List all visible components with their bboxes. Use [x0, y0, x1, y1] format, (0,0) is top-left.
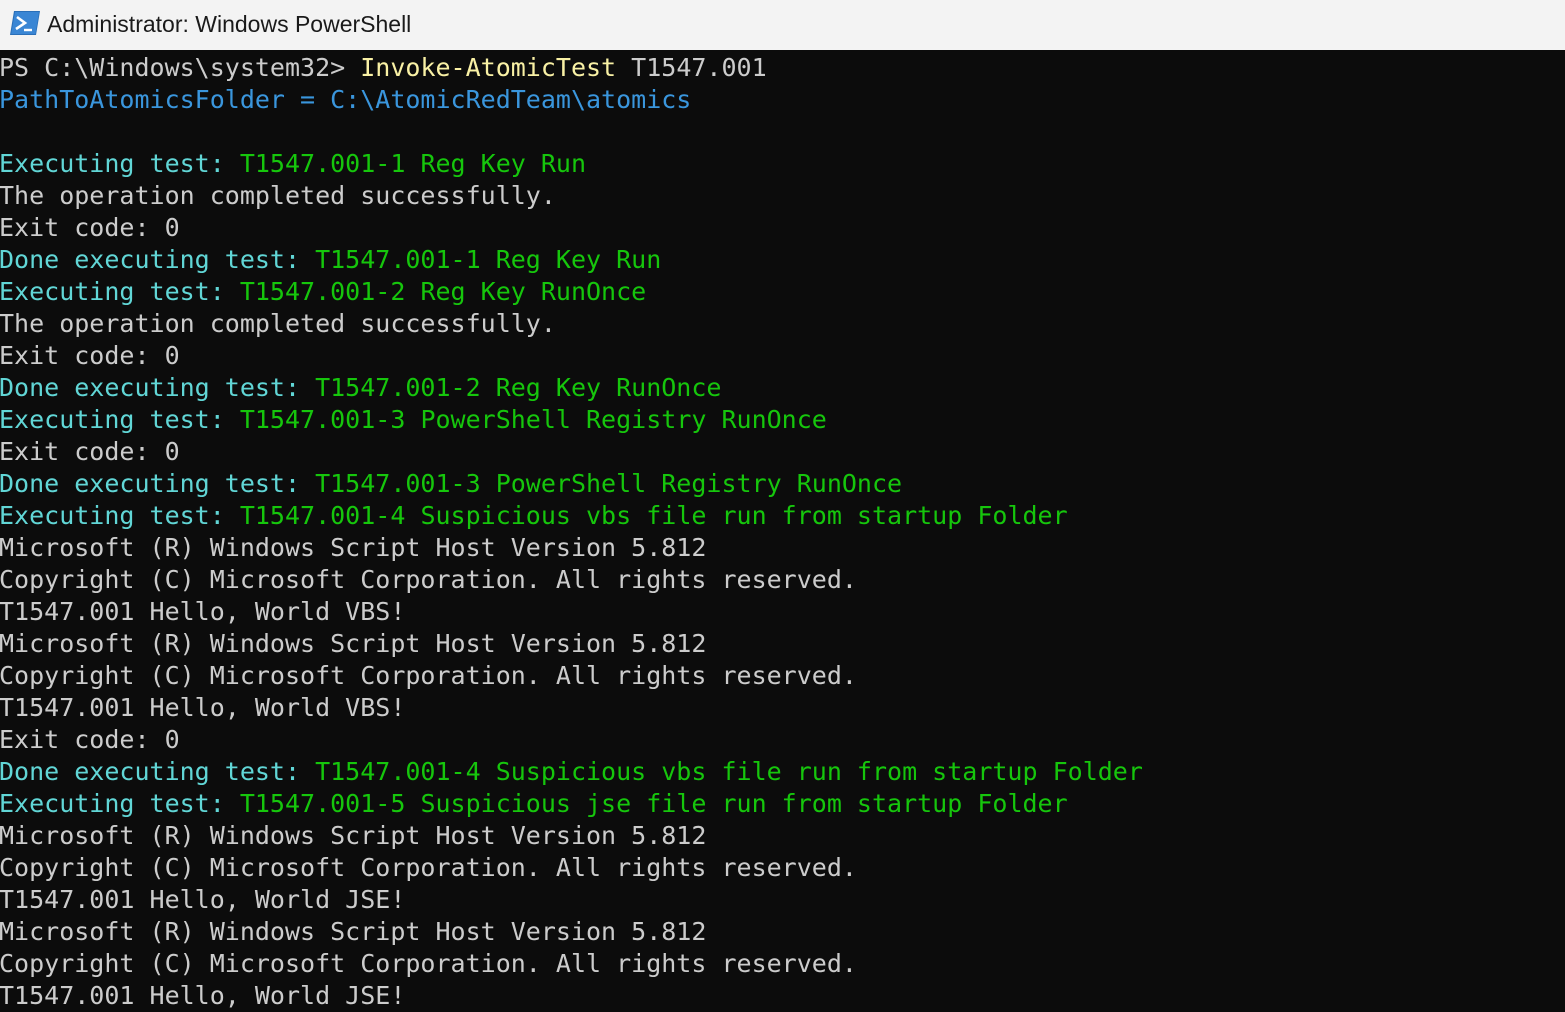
- status-label: Executing test:: [0, 789, 240, 818]
- status-line: Done executing test: T1547.001-2 Reg Key…: [0, 372, 721, 404]
- output-line: Microsoft (R) Windows Script Host Versio…: [0, 917, 707, 946]
- command-line: PS C:\Windows\system32> Invoke-AtomicTes…: [0, 52, 767, 84]
- test-name: T1547.001-1 Reg Key Run: [315, 245, 662, 274]
- status-line: Executing test: T1547.001-3 PowerShell R…: [0, 404, 827, 436]
- test-name: T1547.001-5 Suspicious jse file run from…: [239, 789, 1068, 818]
- window-title: Administrator: Windows PowerShell: [47, 11, 412, 37]
- status-label: Done executing test:: [0, 757, 316, 786]
- path-line: PathToAtomicsFolder = C:\AtomicRedTeam\a…: [0, 85, 692, 114]
- output-line: Exit code: 0: [0, 725, 180, 754]
- status-line: Executing test: T1547.001-1 Reg Key Run: [0, 148, 586, 180]
- test-name: T1547.001-2 Reg Key RunOnce: [315, 373, 722, 402]
- status-line: Executing test: T1547.001-2 Reg Key RunO…: [0, 276, 646, 308]
- output-line: Copyright (C) Microsoft Corporation. All…: [0, 949, 857, 978]
- status-line: Done executing test: T1547.001-4 Suspici…: [0, 756, 1143, 788]
- output-line: Exit code: 0: [0, 437, 180, 466]
- status-label: Executing test:: [0, 277, 240, 306]
- output-line: Exit code: 0: [0, 341, 180, 370]
- powershell-window: Administrator: Windows PowerShell PS C:\…: [0, 0, 1565, 1012]
- output-line: Microsoft (R) Windows Script Host Versio…: [0, 629, 707, 658]
- output-line: T1547.001 Hello, World JSE!: [0, 885, 406, 914]
- prompt: PS C:\Windows\system32>: [0, 53, 361, 82]
- output-line: Microsoft (R) Windows Script Host Versio…: [0, 533, 707, 562]
- output-line: Copyright (C) Microsoft Corporation. All…: [0, 661, 857, 690]
- test-name: T1547.001-1 Reg Key Run: [239, 149, 587, 178]
- status-label: Done executing test:: [0, 245, 316, 274]
- output-line: Copyright (C) Microsoft Corporation. All…: [0, 853, 857, 882]
- output-line: The operation completed successfully.: [0, 181, 556, 210]
- test-name: T1547.001-3 PowerShell Registry RunOnce: [315, 469, 903, 498]
- output-line: The operation completed successfully.: [0, 309, 556, 338]
- status-label: Done executing test:: [0, 469, 316, 498]
- console-output[interactable]: PS C:\Windows\system32> Invoke-AtomicTes…: [0, 51, 1565, 1012]
- test-name: T1547.001-2 Reg Key RunOnce: [239, 277, 647, 306]
- powershell-icon: [9, 10, 41, 36]
- output-line: Microsoft (R) Windows Script Host Versio…: [0, 821, 707, 850]
- test-name: T1547.001-4 Suspicious vbs file run from…: [239, 501, 1068, 530]
- status-line: Done executing test: T1547.001-1 Reg Key…: [0, 244, 661, 276]
- status-label: Executing test:: [0, 501, 240, 530]
- output-line: Copyright (C) Microsoft Corporation. All…: [0, 565, 857, 594]
- test-name: T1547.001-4 Suspicious vbs file run from…: [315, 757, 1143, 786]
- test-name: T1547.001-3 PowerShell Registry RunOnce: [239, 405, 827, 434]
- output-line: T1547.001 Hello, World VBS!: [0, 693, 406, 722]
- output-line: T1547.001 Hello, World VBS!: [0, 597, 406, 626]
- command-name: Invoke-AtomicTest: [360, 53, 617, 82]
- title-bar[interactable]: Administrator: Windows PowerShell: [0, 0, 1565, 50]
- status-label: Executing test:: [0, 405, 240, 434]
- status-line: Executing test: T1547.001-4 Suspicious v…: [0, 500, 1068, 532]
- output-line: T1547.001 Hello, World JSE!: [0, 981, 406, 1010]
- output-line: Exit code: 0: [0, 213, 180, 242]
- status-label: Done executing test:: [0, 373, 316, 402]
- status-label: Executing test:: [0, 149, 240, 178]
- command-args: T1547.001: [616, 53, 767, 82]
- status-line: Done executing test: T1547.001-3 PowerSh…: [0, 468, 902, 500]
- status-line: Executing test: T1547.001-5 Suspicious j…: [0, 788, 1068, 820]
